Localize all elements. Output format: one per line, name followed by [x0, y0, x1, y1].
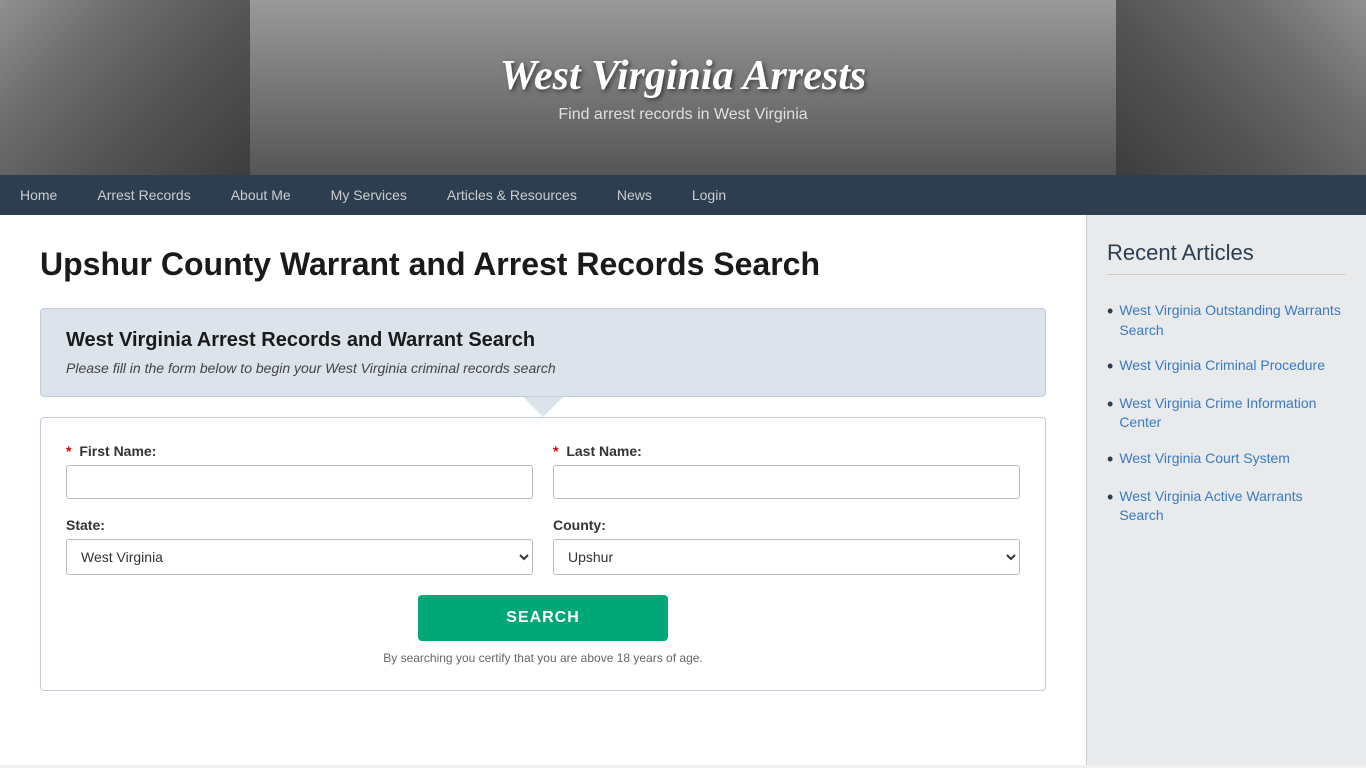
site-title: West Virginia Arrests: [500, 52, 866, 100]
bullet-icon-5: •: [1107, 487, 1113, 509]
bullet-icon-1: •: [1107, 301, 1113, 323]
sidebar-article-3: • West Virginia Crime Information Center: [1107, 386, 1346, 441]
search-header-subtitle: Please fill in the form below to begin y…: [66, 360, 1020, 376]
sidebar-article-link-3[interactable]: West Virginia Crime Information Center: [1119, 394, 1346, 433]
state-label: State:: [66, 517, 533, 533]
sidebar: Recent Articles • West Virginia Outstand…: [1086, 215, 1366, 765]
bullet-icon-2: •: [1107, 356, 1113, 378]
sidebar-article-link-5[interactable]: West Virginia Active Warrants Search: [1119, 487, 1346, 526]
county-label: County:: [553, 517, 1020, 533]
last-name-label: * Last Name:: [553, 443, 1020, 459]
sidebar-article-4: • West Virginia Court System: [1107, 441, 1346, 479]
county-group: County: Upshur: [553, 517, 1020, 575]
page-wrapper: Upshur County Warrant and Arrest Records…: [0, 215, 1366, 765]
county-select[interactable]: Upshur: [553, 539, 1020, 575]
sidebar-article-1: • West Virginia Outstanding Warrants Sea…: [1107, 293, 1346, 348]
nav-arrest-records[interactable]: Arrest Records: [77, 175, 210, 215]
nav-my-services[interactable]: My Services: [311, 175, 427, 215]
sidebar-article-link-1[interactable]: West Virginia Outstanding Warrants Searc…: [1119, 301, 1346, 340]
search-header-box: West Virginia Arrest Records and Warrant…: [40, 308, 1046, 397]
nav-news[interactable]: News: [597, 175, 672, 215]
sidebar-title: Recent Articles: [1107, 240, 1346, 275]
sidebar-article-link-4[interactable]: West Virginia Court System: [1119, 449, 1290, 469]
last-name-input[interactable]: [553, 465, 1020, 499]
first-name-input[interactable]: [66, 465, 533, 499]
header-content: West Virginia Arrests Find arrest record…: [500, 52, 866, 124]
nav-articles-resources[interactable]: Articles & Resources: [427, 175, 597, 215]
main-nav: Home Arrest Records About Me My Services…: [0, 175, 1366, 215]
last-name-group: * Last Name:: [553, 443, 1020, 499]
site-subtitle: Find arrest records in West Virginia: [500, 106, 866, 124]
bullet-icon-4: •: [1107, 449, 1113, 471]
last-name-required-star: *: [553, 443, 558, 459]
arrow-down-icon: [523, 397, 563, 417]
page-title: Upshur County Warrant and Arrest Records…: [40, 245, 1046, 283]
sidebar-article-2: • West Virginia Criminal Procedure: [1107, 348, 1346, 386]
site-header: West Virginia Arrests Find arrest record…: [0, 0, 1366, 175]
form-disclaimer: By searching you certify that you are ab…: [66, 651, 1020, 665]
search-form-box: * First Name: * Last Name: State:: [40, 417, 1046, 691]
nav-about-me[interactable]: About Me: [211, 175, 311, 215]
first-name-label: * First Name:: [66, 443, 533, 459]
sidebar-article-5: • West Virginia Active Warrants Search: [1107, 479, 1346, 534]
state-group: State: West Virginia: [66, 517, 533, 575]
header-bg-left: [0, 0, 250, 175]
nav-home[interactable]: Home: [0, 175, 77, 215]
state-county-row: State: West Virginia County: Upshur: [66, 517, 1020, 575]
nav-login[interactable]: Login: [672, 175, 746, 215]
main-content: Upshur County Warrant and Arrest Records…: [0, 215, 1086, 765]
first-name-group: * First Name:: [66, 443, 533, 499]
search-header-title: West Virginia Arrest Records and Warrant…: [66, 329, 1020, 352]
search-button[interactable]: SEARCH: [418, 595, 668, 641]
header-bg-right: [1116, 0, 1366, 175]
sidebar-article-link-2[interactable]: West Virginia Criminal Procedure: [1119, 356, 1325, 376]
first-name-required-star: *: [66, 443, 71, 459]
name-row: * First Name: * Last Name:: [66, 443, 1020, 499]
state-select[interactable]: West Virginia: [66, 539, 533, 575]
recent-articles-list: • West Virginia Outstanding Warrants Sea…: [1107, 293, 1346, 534]
bullet-icon-3: •: [1107, 394, 1113, 416]
